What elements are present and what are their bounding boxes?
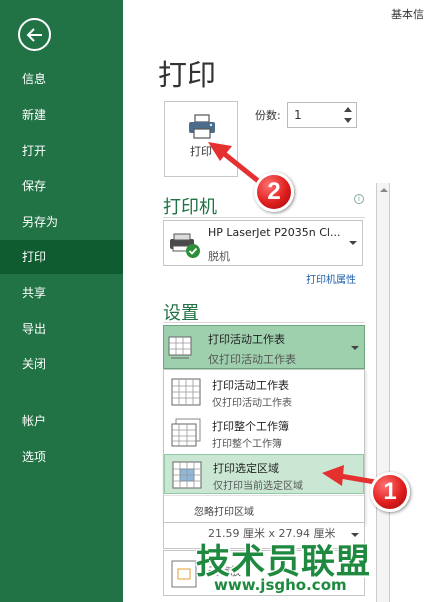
annotation-badge-2: 2: [254, 172, 294, 212]
annotation-arrows: [208, 142, 376, 486]
watermark-url: www.jsgho.com: [214, 576, 347, 594]
annotation-badge-1: 1: [370, 472, 410, 512]
